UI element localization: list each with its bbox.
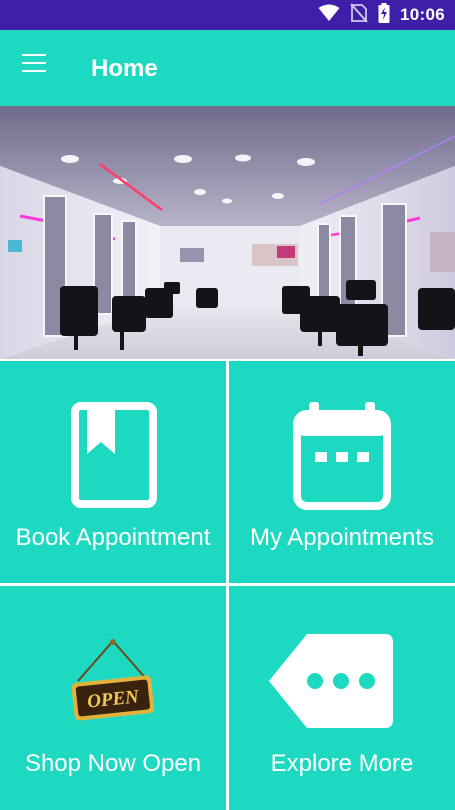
app-bar: Home xyxy=(0,30,455,106)
my-appointments-label: My Appointments xyxy=(249,524,435,551)
shop-now-open-label: Shop Now Open xyxy=(24,750,202,777)
salon-interior-photo xyxy=(0,106,455,359)
my-appointments-button[interactable]: My Appointments xyxy=(229,361,455,583)
explore-more-label: Explore More xyxy=(270,750,414,777)
page-title: Home xyxy=(91,55,158,82)
bookmark-book-icon xyxy=(71,402,157,513)
home-menu-grid: Book Appointment My Appointments OPEN Sh… xyxy=(0,359,455,810)
hamburger-menu-icon[interactable] xyxy=(22,54,48,78)
calendar-icon xyxy=(293,402,391,515)
battery-charging-icon xyxy=(378,2,390,28)
wifi-icon xyxy=(318,4,340,27)
book-appointment-button[interactable]: Book Appointment xyxy=(0,361,226,583)
status-bar: 10:06 xyxy=(0,0,455,30)
book-appointment-label: Book Appointment xyxy=(15,524,211,551)
explore-more-button[interactable]: Explore More xyxy=(229,586,455,810)
status-time: 10:06 xyxy=(400,5,445,24)
open-sign-icon: OPEN xyxy=(70,639,156,728)
more-tag-icon xyxy=(267,632,395,735)
shop-now-open-button[interactable]: OPEN Shop Now Open xyxy=(0,586,226,810)
status-icons: 10:06 xyxy=(318,0,445,30)
no-sim-icon xyxy=(350,2,368,28)
